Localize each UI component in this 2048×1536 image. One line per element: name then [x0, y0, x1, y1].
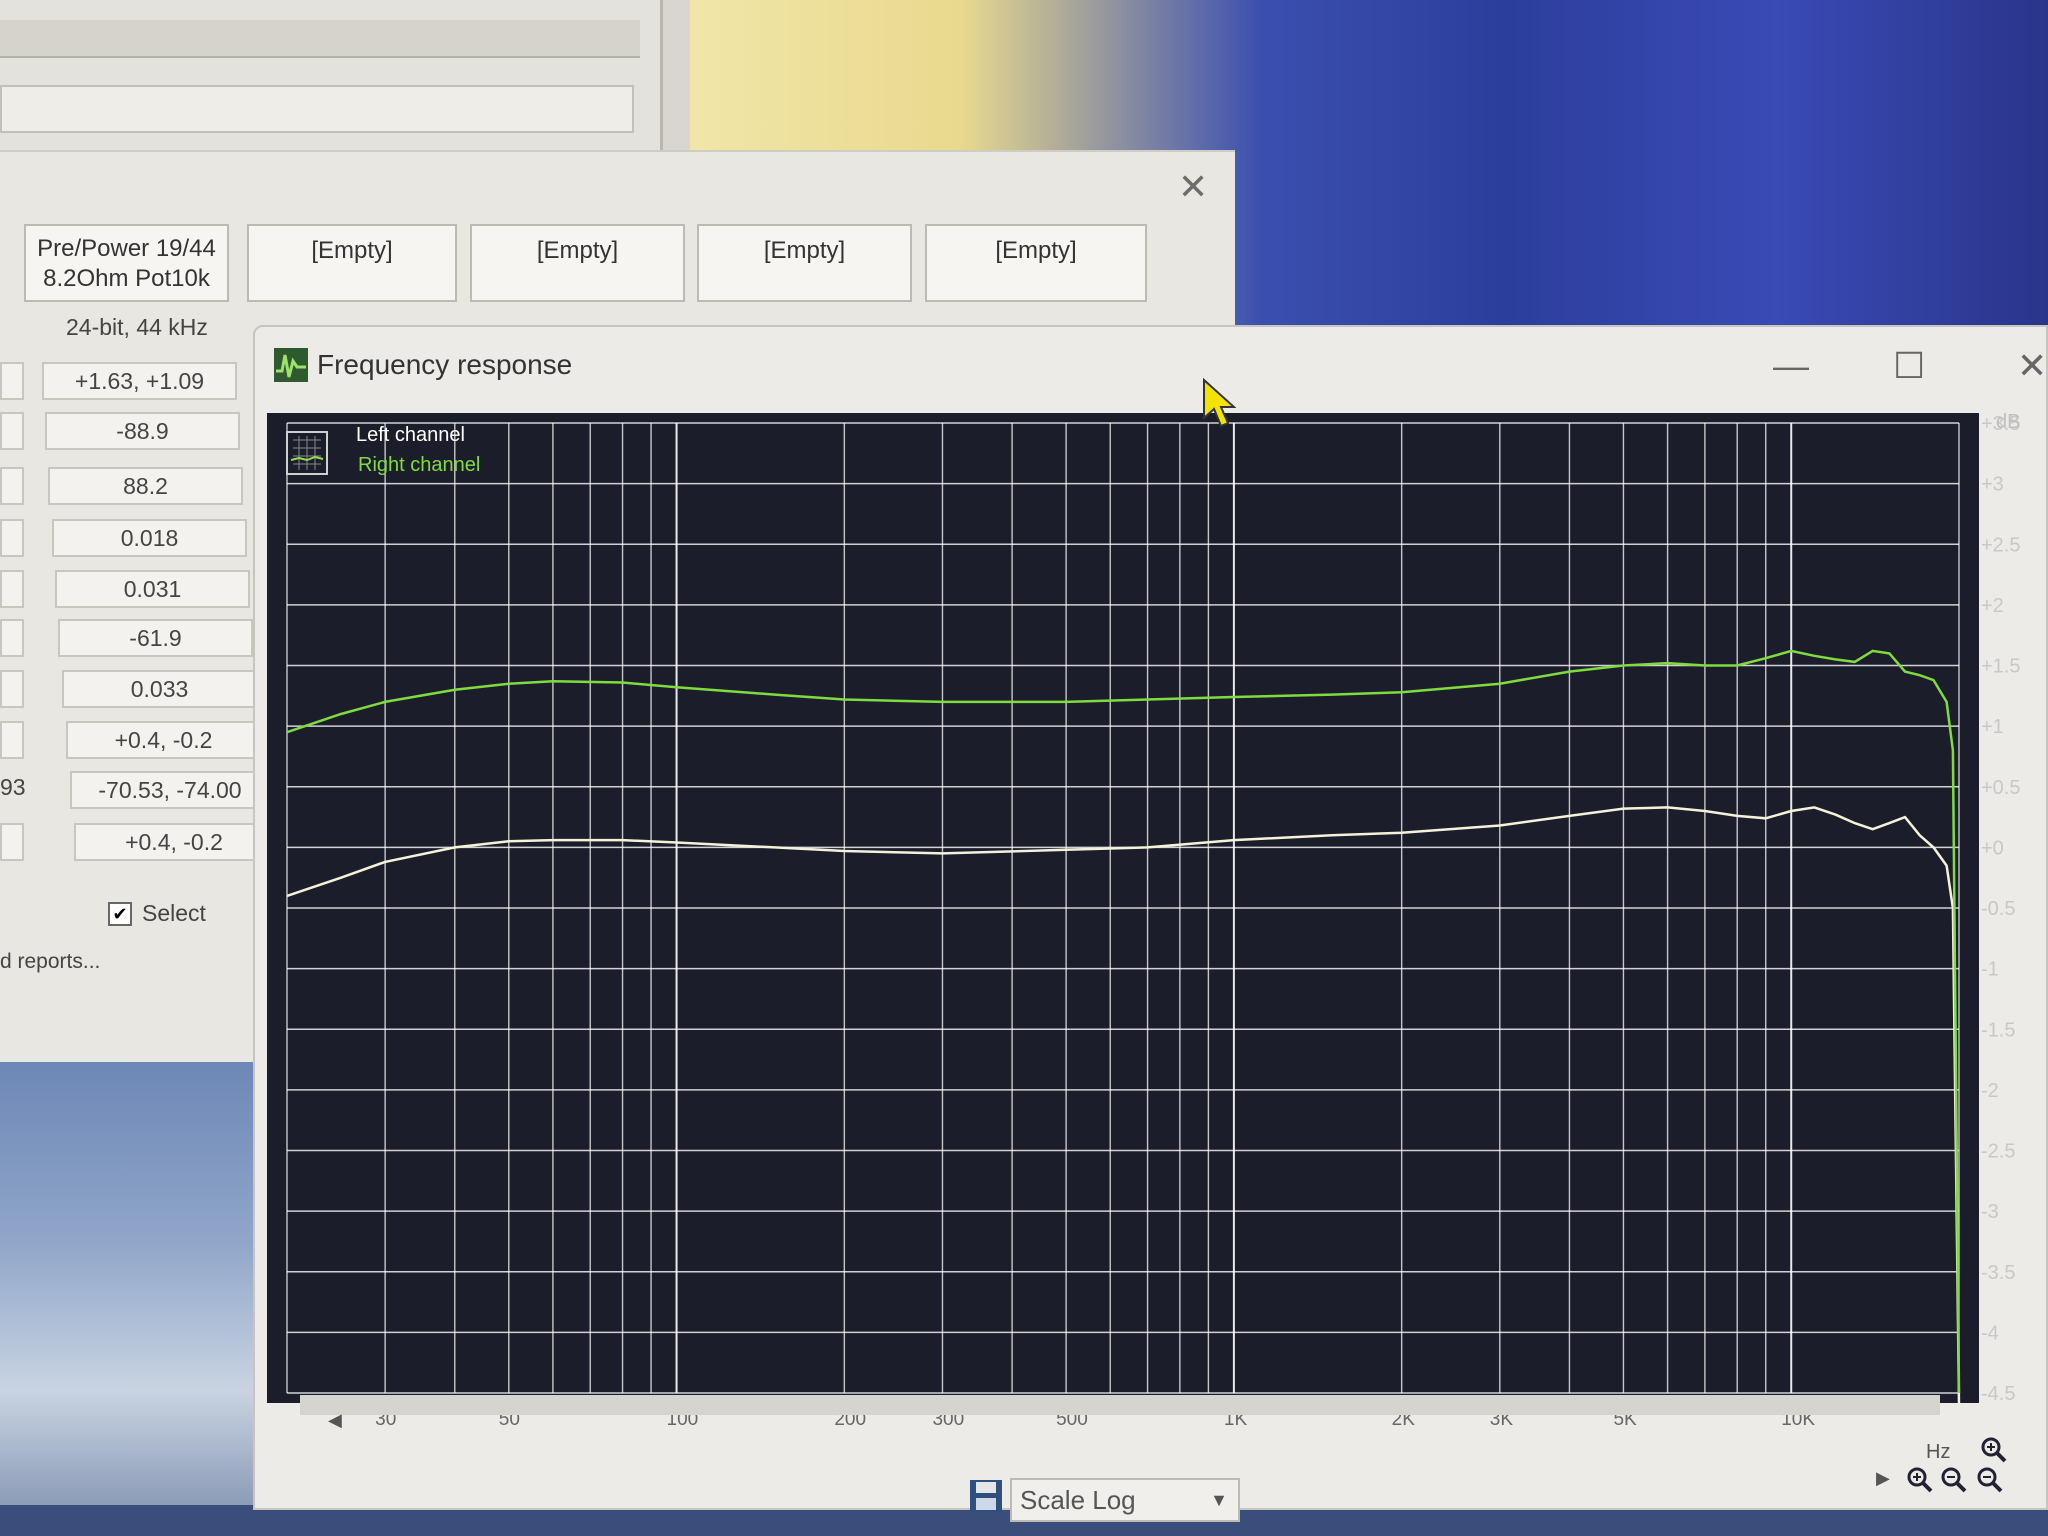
minimize-button[interactable]: — [1773, 345, 1809, 387]
scroll-left-icon[interactable]: ◀ [328, 1410, 342, 1431]
row-cell-left [0, 467, 24, 505]
mouse-pointer-icon [1203, 378, 1236, 428]
close-button[interactable]: ✕ [2017, 345, 2047, 387]
plot-area [267, 413, 1979, 1406]
reports-link[interactable]: d reports... [0, 950, 100, 974]
row-cell-left [0, 362, 24, 400]
zoom-in-icon[interactable] [1906, 1466, 1934, 1494]
row-cell-left [0, 721, 24, 759]
row-cell-left [0, 670, 24, 708]
result-value: -70.53, -74.00 [70, 771, 270, 809]
frequency-response-window: Frequency response — ☐ ✕ [253, 325, 2048, 1510]
series-layer [286, 649, 1961, 1406]
result-value: +0.4, -0.2 [74, 823, 274, 861]
row-cell-left [0, 519, 24, 557]
result-value: 0.033 [62, 670, 257, 708]
result-value: -61.9 [58, 619, 253, 657]
zoom-fit-icon[interactable] [1980, 1436, 2008, 1464]
result-value: +1.63, +1.09 [42, 362, 237, 400]
save-icon[interactable] [968, 1478, 1004, 1514]
result-value: 0.018 [52, 519, 247, 557]
zoom-reset-icon[interactable] [1976, 1466, 2004, 1494]
zoom-out-icon[interactable] [1940, 1466, 1968, 1494]
grid-layer [286, 422, 1960, 1394]
horizontal-scrollbar[interactable] [300, 1395, 1940, 1415]
row-cell-left [0, 412, 24, 450]
row-cell-left [0, 570, 24, 608]
tab-label: [Empty] [311, 237, 393, 264]
tab-label: [Empty] [763, 237, 846, 264]
scale-select-value: Scale Log [1020, 1485, 1136, 1515]
legend-left-channel: Left channel [356, 424, 465, 446]
select-label: Select [142, 900, 206, 926]
tab-empty-2[interactable]: [Empty] [470, 224, 685, 302]
tab-label: [Empty] [536, 237, 619, 264]
window-title: Frequency response [317, 349, 573, 380]
frequency-response-chart [286, 422, 1961, 1406]
chevron-down-icon: ▼ [1210, 1490, 1228, 1510]
background-window-field [0, 85, 634, 133]
scroll-right-icon[interactable]: ▶ [1876, 1468, 1890, 1489]
tab-label-line2: 8.2Ohm Pot10k [43, 265, 210, 292]
background-window [0, 0, 663, 150]
select-checkbox[interactable]: ✔ [108, 902, 132, 926]
tab-empty-3[interactable]: [Empty] [697, 224, 912, 302]
legend-icon[interactable] [285, 430, 329, 476]
result-value: +0.4, -0.2 [66, 721, 261, 759]
tab-label-line1: Pre/Power 19/44 [37, 235, 216, 262]
scale-select[interactable]: Scale Log ▼ [1010, 1478, 1240, 1522]
maximize-button[interactable]: ☐ [1893, 345, 1925, 387]
format-label: 24-bit, 44 kHz [66, 314, 208, 340]
tab-empty-4[interactable]: [Empty] [925, 224, 1147, 302]
series-left-channel [286, 806, 1961, 1406]
frequency-response-icon [274, 348, 308, 382]
tab-empty-1[interactable]: [Empty] [247, 224, 457, 302]
tab-label: [Empty] [995, 237, 1077, 264]
result-value: -88.9 [45, 412, 240, 450]
tab-preset-1[interactable]: Pre/Power 19/44 8.2Ohm Pot10k [24, 224, 229, 302]
partial-value: 93 [0, 774, 26, 800]
analyzer-close-icon[interactable]: ✕ [1178, 166, 1208, 208]
series-right-channel [286, 649, 1961, 1394]
result-value: 88.2 [48, 467, 243, 505]
background-window-bar [0, 20, 640, 58]
row-cell-left [0, 823, 24, 861]
row-cell-left [0, 619, 24, 657]
result-value: 0.031 [55, 570, 250, 608]
legend-right-channel: Right channel [358, 454, 481, 476]
